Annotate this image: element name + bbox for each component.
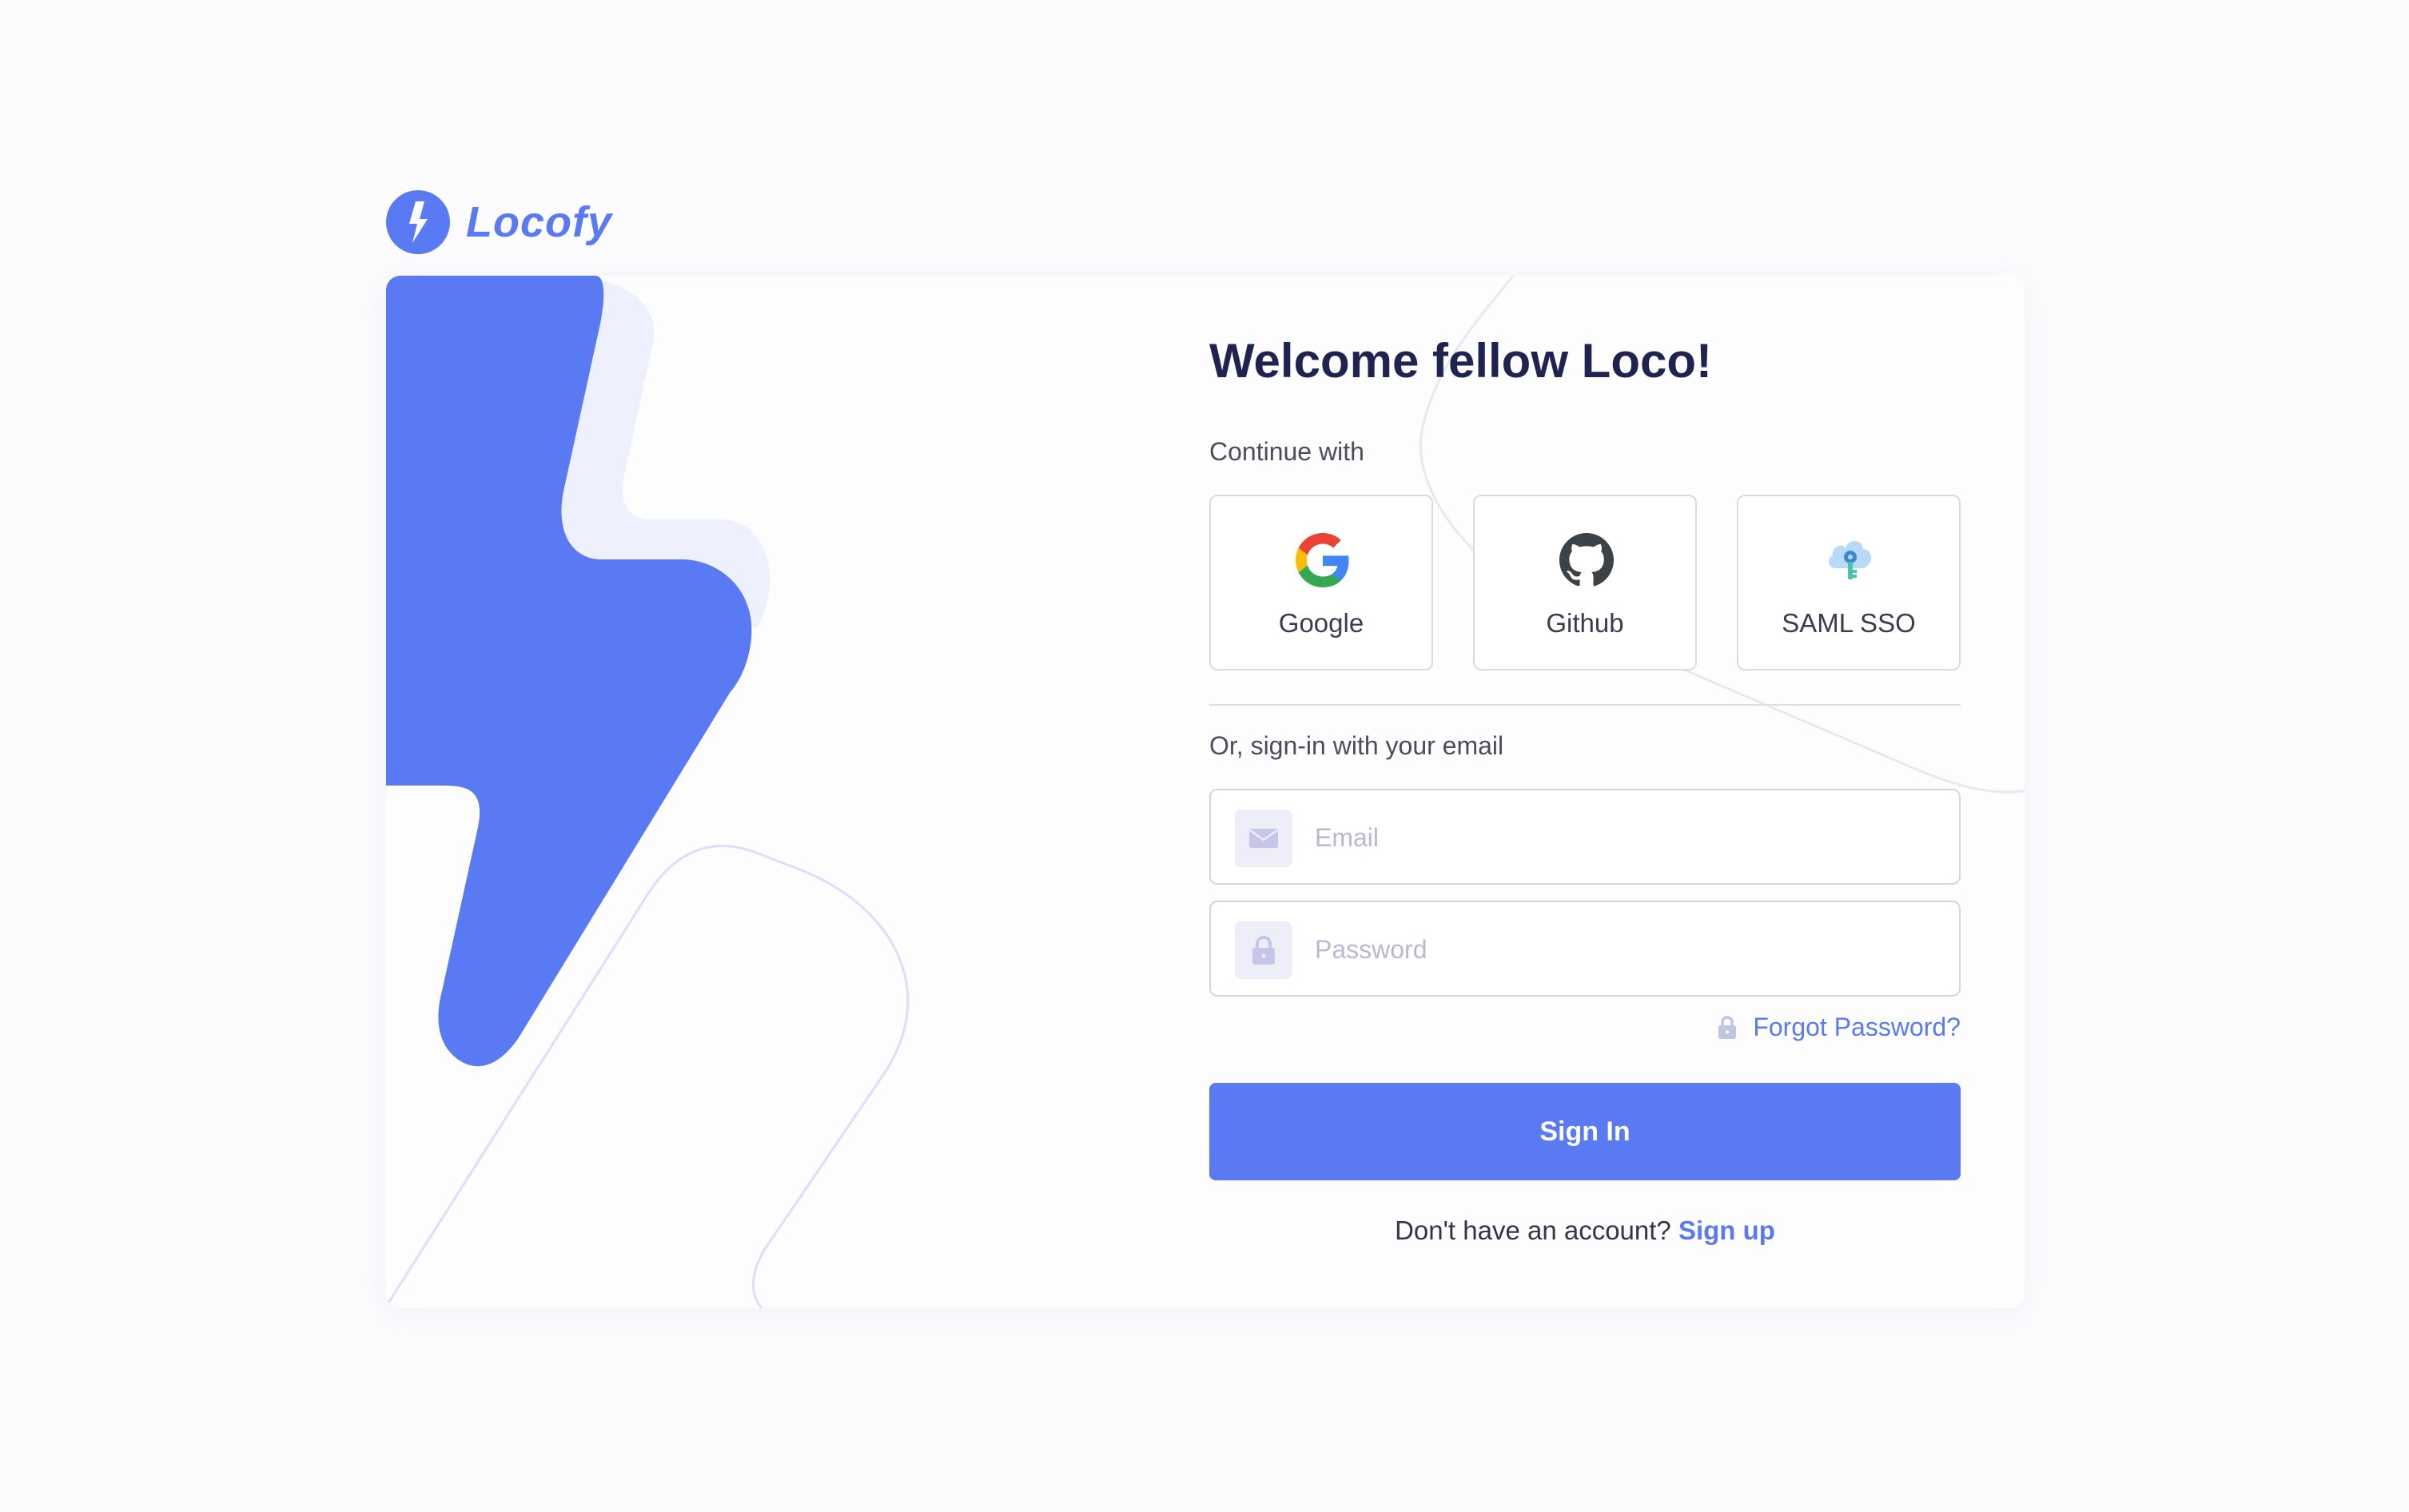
brand-logo[interactable]: Locofy [386, 190, 612, 254]
signup-row: Don't have an account? Sign up [1209, 1216, 1961, 1246]
lock-icon [1252, 936, 1275, 965]
lightning-bolt-icon [386, 190, 450, 254]
sign-in-button[interactable]: Sign In [1209, 1083, 1961, 1180]
saml-sso-button[interactable]: SAML SSO [1737, 495, 1961, 670]
sign-up-link[interactable]: Sign up [1678, 1216, 1775, 1245]
email-icon-box [1235, 810, 1292, 867]
email-field[interactable] [1209, 789, 1961, 885]
password-input[interactable] [1313, 918, 1940, 981]
github-button[interactable]: Github [1473, 495, 1697, 670]
cloud-key-icon [1829, 540, 1872, 579]
password-icon-box [1235, 921, 1292, 979]
github-icon [1559, 533, 1614, 587]
google-icon [1296, 533, 1349, 587]
oauth-providers: Google Github SAML SSO [1209, 495, 1961, 672]
signup-prompt: Don't have an account? [1395, 1216, 1671, 1245]
email-input[interactable] [1313, 806, 1940, 869]
email-section-label: Or, sign-in with your email [1209, 731, 1504, 760]
page-title: Welcome fellow Loco! [1209, 334, 1712, 388]
forgot-password-label: Forgot Password? [1753, 1013, 1961, 1041]
forgot-password-link[interactable]: Forgot Password? [1716, 1013, 1961, 1042]
saml-sso-label: SAML SSO [1782, 608, 1916, 638]
github-label: Github [1546, 608, 1624, 638]
divider [1209, 704, 1961, 706]
login-card: Welcome fellow Loco! Continue with Googl… [386, 276, 2025, 1308]
envelope-icon [1249, 829, 1278, 848]
google-button[interactable]: Google [1209, 495, 1433, 670]
google-label: Google [1278, 608, 1364, 638]
continue-label: Continue with [1209, 437, 1364, 466]
brand-name: Locofy [466, 198, 613, 246]
lock-small-icon [1718, 1015, 1737, 1039]
lightning-bolt-illustration [386, 276, 752, 1067]
password-field[interactable] [1209, 901, 1961, 997]
